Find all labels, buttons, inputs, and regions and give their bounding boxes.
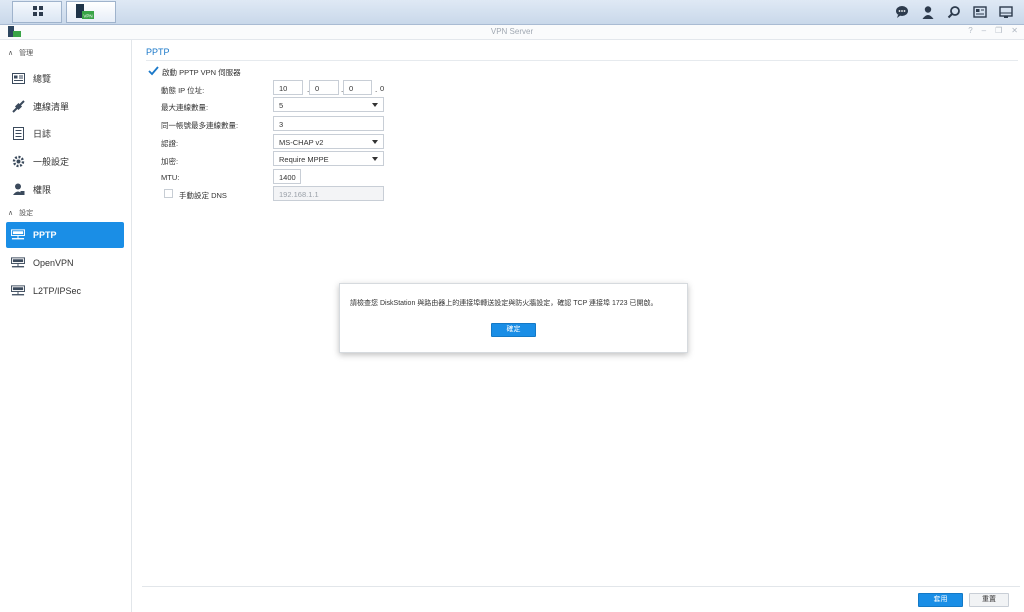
ip-dot: .: [375, 85, 378, 94]
restore-icon[interactable]: ❐: [995, 26, 1002, 35]
dialog-message: 請檢查您 DiskStation 與路由器上的連接埠轉送設定與防火牆設定，確認 …: [350, 300, 658, 307]
taskbar: VPN: [0, 0, 1024, 25]
checkmark-icon: [148, 66, 159, 76]
gear-icon: [11, 154, 25, 168]
apply-button[interactable]: 套用: [918, 593, 963, 607]
mtu-input[interactable]: 1400: [273, 169, 301, 184]
search-icon[interactable]: [944, 2, 964, 22]
page-title: PPTP: [146, 47, 170, 57]
svg-text:VPN: VPN: [83, 14, 92, 19]
sidebar-item-label: 權限: [33, 184, 52, 195]
sidebar-item-l2tp-ipsec[interactable]: L2TP/IPSec: [6, 278, 124, 304]
overview-icon: [11, 71, 25, 85]
chevron-up-icon: ∧: [8, 50, 14, 57]
window-titlebar[interactable]: VPN Server ? – ❐ ✕: [0, 25, 1024, 40]
reset-button[interactable]: 重置: [969, 593, 1009, 607]
max-connections-label: 最大連線數量:: [161, 103, 209, 112]
mtu-label: MTU:: [161, 173, 180, 182]
sidebar-item-pptp[interactable]: PPTP: [6, 222, 124, 248]
dropdown-arrow-icon: [372, 103, 378, 107]
port-forwarding-dialog: 請檢查您 DiskStation 與路由器上的連接埠轉送設定與防火牆設定，確認 …: [339, 283, 688, 353]
encryption-select[interactable]: Require MPPE: [273, 151, 384, 166]
sidebar-item-label: 一般設定: [33, 156, 70, 167]
chat-icon[interactable]: [892, 2, 912, 22]
sidebar-item-label: 總覽: [33, 73, 52, 84]
max-connections-select[interactable]: 5: [273, 97, 384, 112]
sidebar-item-overview[interactable]: 總覽: [6, 65, 124, 91]
ip-octet-1[interactable]: 10: [273, 80, 303, 95]
sidebar-item-log[interactable]: 日誌: [6, 120, 124, 146]
permission-icon: [11, 182, 25, 196]
max-same-account-input[interactable]: 3: [273, 116, 384, 131]
sidebar-item-label: OpenVPN: [33, 258, 74, 268]
desktop-icon[interactable]: [996, 2, 1016, 22]
sidebar-item-label: 日誌: [33, 128, 52, 139]
manual-dns-checkbox[interactable]: [164, 189, 173, 198]
grid-icon: [33, 6, 43, 16]
minimize-icon[interactable]: –: [982, 26, 986, 35]
close-icon[interactable]: ✕: [1011, 26, 1018, 35]
sidebar-item-label: 連線清單: [33, 101, 70, 112]
widgets-icon[interactable]: [970, 2, 990, 22]
dynamic-ip-label: 動態 IP 位址:: [161, 86, 205, 95]
main-menu-button[interactable]: [12, 1, 62, 23]
encryption-label: 加密:: [161, 157, 179, 166]
network-icon: [11, 284, 25, 298]
sidebar-item-permission[interactable]: 權限: [6, 176, 124, 202]
auth-label: 認證:: [161, 139, 179, 148]
network-icon: [11, 228, 25, 242]
window-title: VPN Server: [490, 27, 534, 36]
help-icon[interactable]: ?: [968, 26, 972, 35]
window-controls: ? – ❐ ✕: [968, 26, 1018, 35]
network-icon: [11, 256, 25, 270]
dropdown-arrow-icon: [372, 157, 378, 161]
divider: [146, 60, 1018, 61]
system-tray: [892, 2, 1016, 22]
sidebar-item-label: PPTP: [33, 230, 57, 240]
sidebar-section-settings[interactable]: ∧ 設定: [8, 208, 33, 218]
sidebar-item-openvpn[interactable]: OpenVPN: [6, 250, 124, 276]
ip-octet-2[interactable]: 0: [309, 80, 339, 95]
ok-button[interactable]: 確定: [491, 323, 536, 337]
chevron-up-icon: ∧: [8, 210, 14, 217]
vpn-app-icon: VPN: [76, 4, 94, 19]
enable-pptp-label: 啟動 PPTP VPN 伺服器: [162, 68, 241, 77]
vpn-server-taskbar-button[interactable]: VPN: [66, 1, 116, 23]
sidebar-item-label: L2TP/IPSec: [33, 286, 82, 296]
dropdown-arrow-icon: [372, 140, 378, 144]
ip-octet-3[interactable]: 0: [343, 80, 372, 95]
sidebar-item-connection-list[interactable]: 連線清單: [6, 93, 124, 119]
max-same-account-label: 同一帳號最多連線數量:: [161, 121, 239, 130]
manual-dns-label: 手動設定 DNS: [179, 191, 227, 200]
user-icon[interactable]: [918, 2, 938, 22]
enable-pptp-checkbox[interactable]: [148, 66, 159, 76]
sidebar-section-manage[interactable]: ∧ 管理: [8, 48, 33, 58]
ip-octet-4: 0: [380, 84, 385, 93]
sidebar: ∧ 管理 總覽 連線清單 日誌 一般設定 權限 ∧ 設定 PPTP OpenVP…: [0, 40, 132, 612]
auth-select[interactable]: MS-CHAP v2: [273, 134, 384, 149]
log-icon: [11, 126, 25, 140]
sidebar-item-general-settings[interactable]: 一般設定: [6, 148, 124, 174]
connection-list-icon: [11, 99, 25, 113]
footer-divider: [142, 586, 1020, 587]
manual-dns-input[interactable]: 192.168.1.1: [273, 186, 384, 201]
